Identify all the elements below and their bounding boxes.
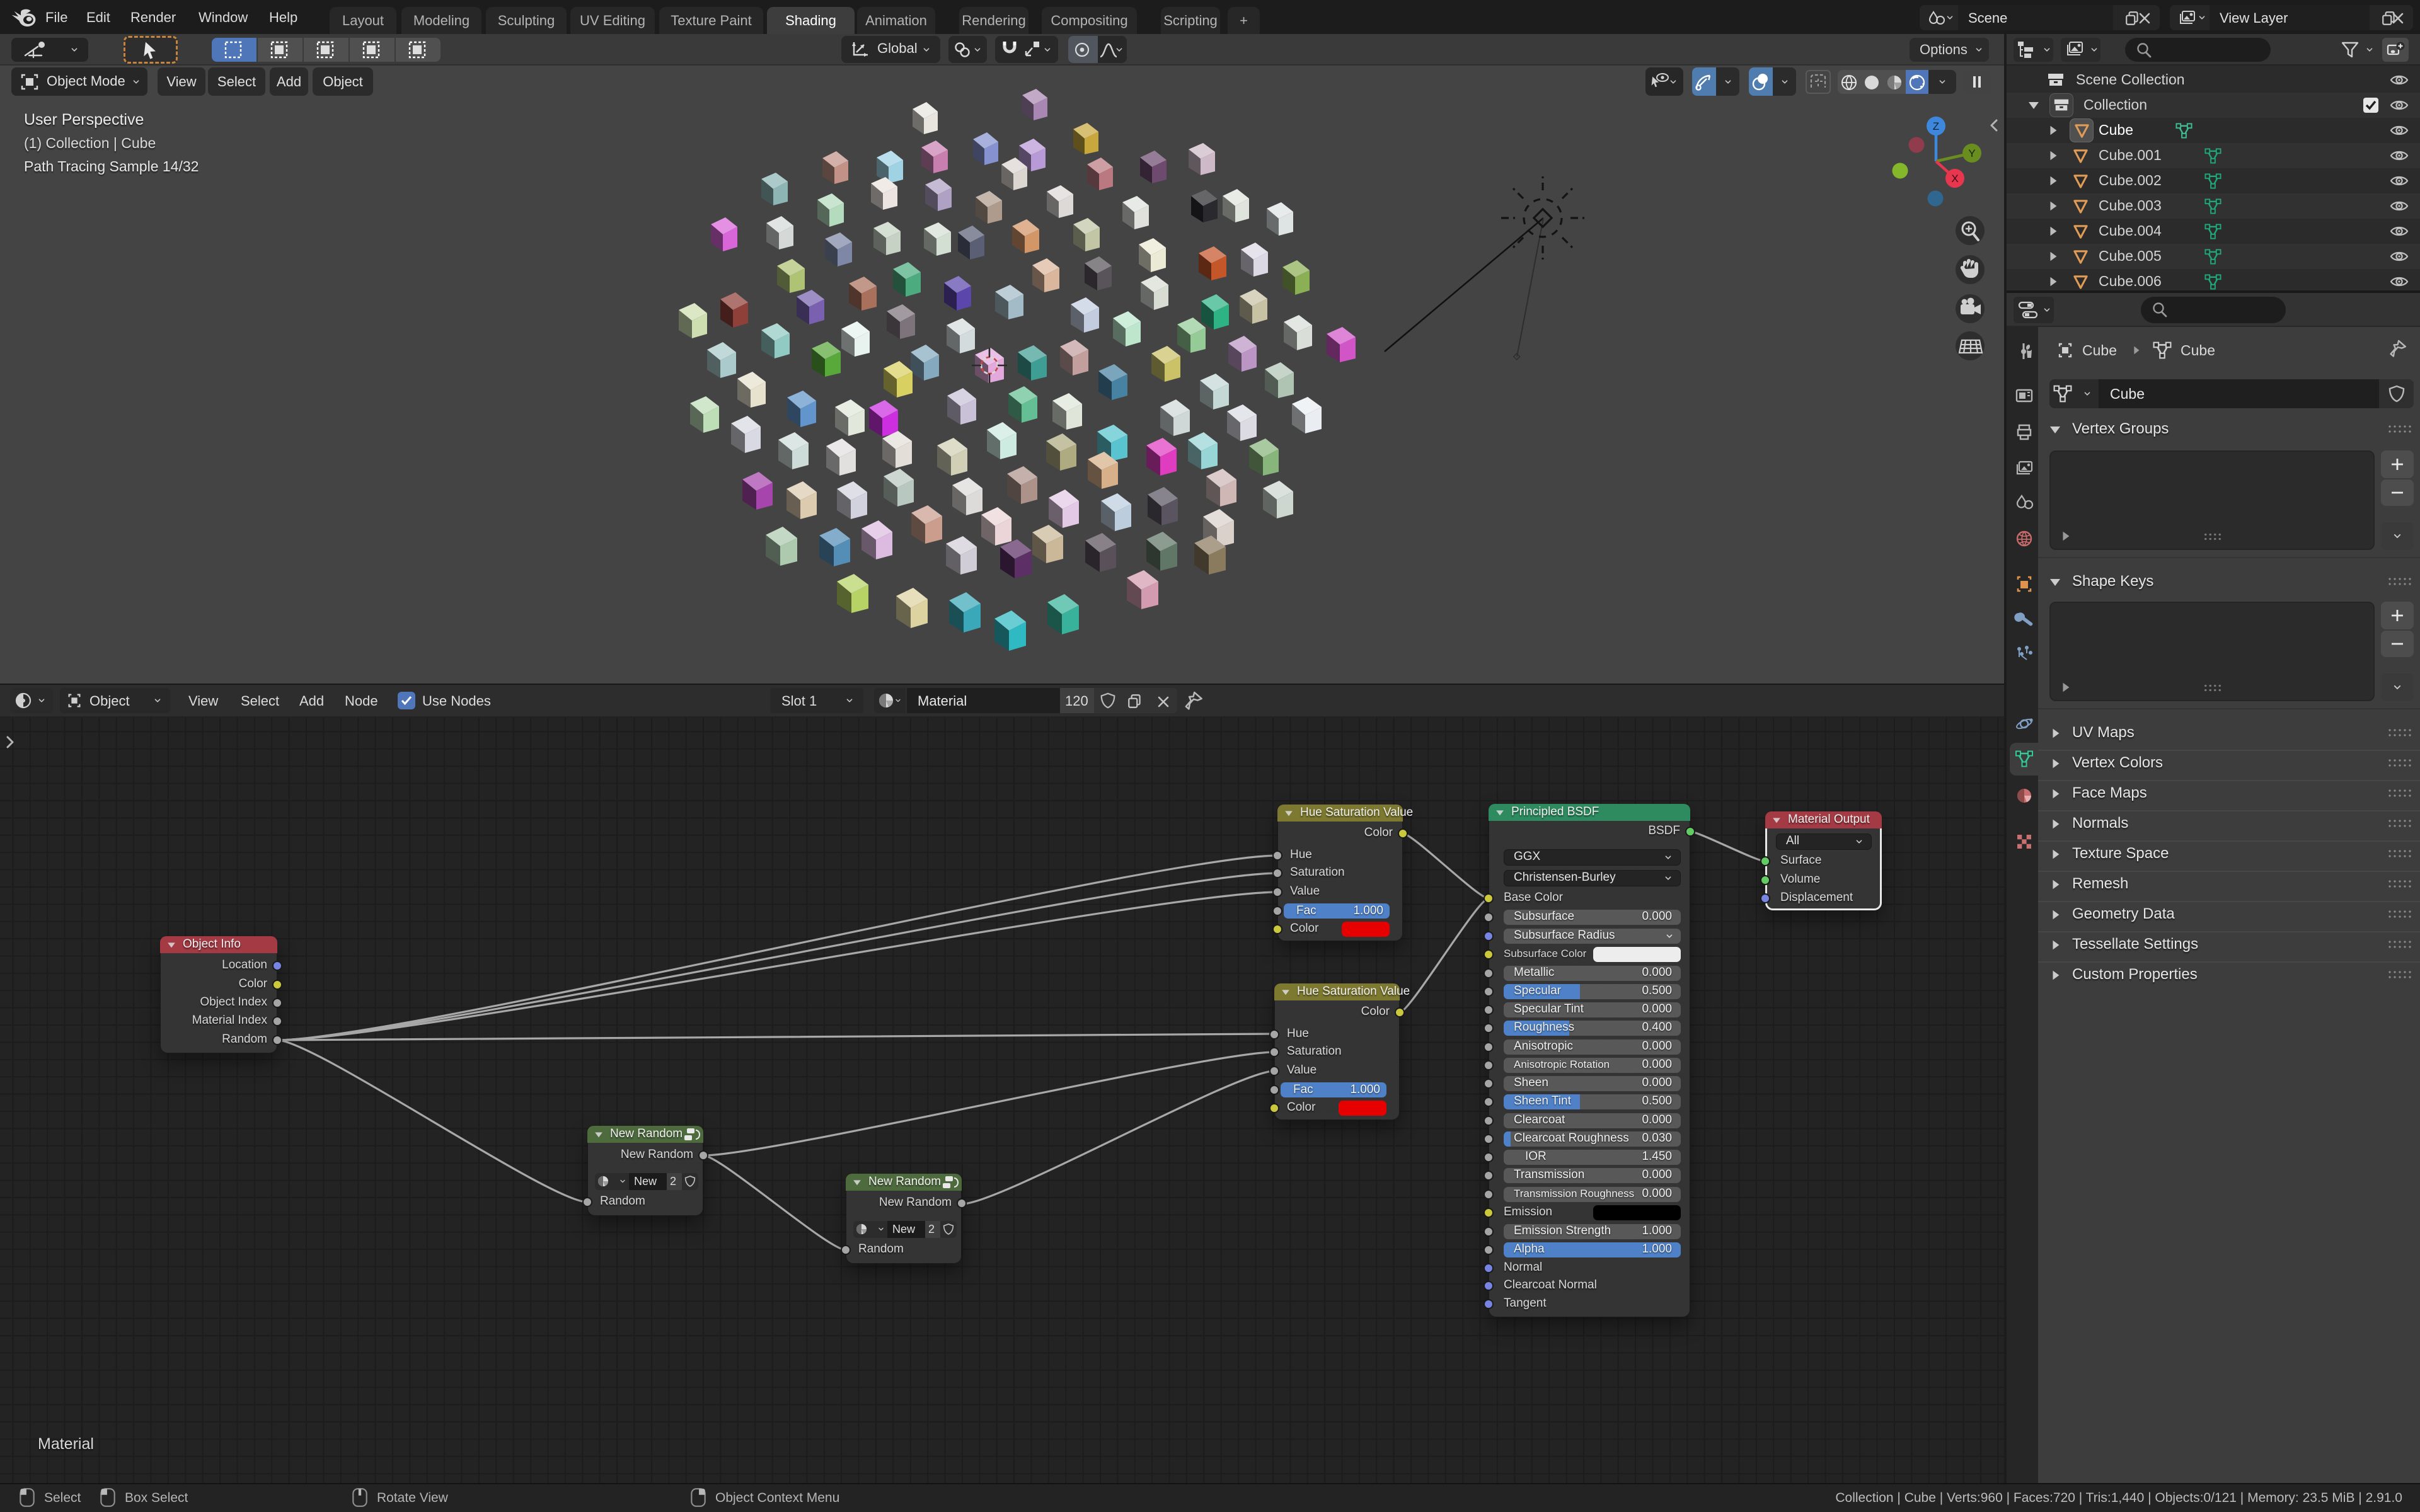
svg-text:Z: Z: [1933, 120, 1939, 132]
svg-text:X: X: [1951, 173, 1958, 185]
svg-text:Y: Y: [1968, 147, 1975, 159]
